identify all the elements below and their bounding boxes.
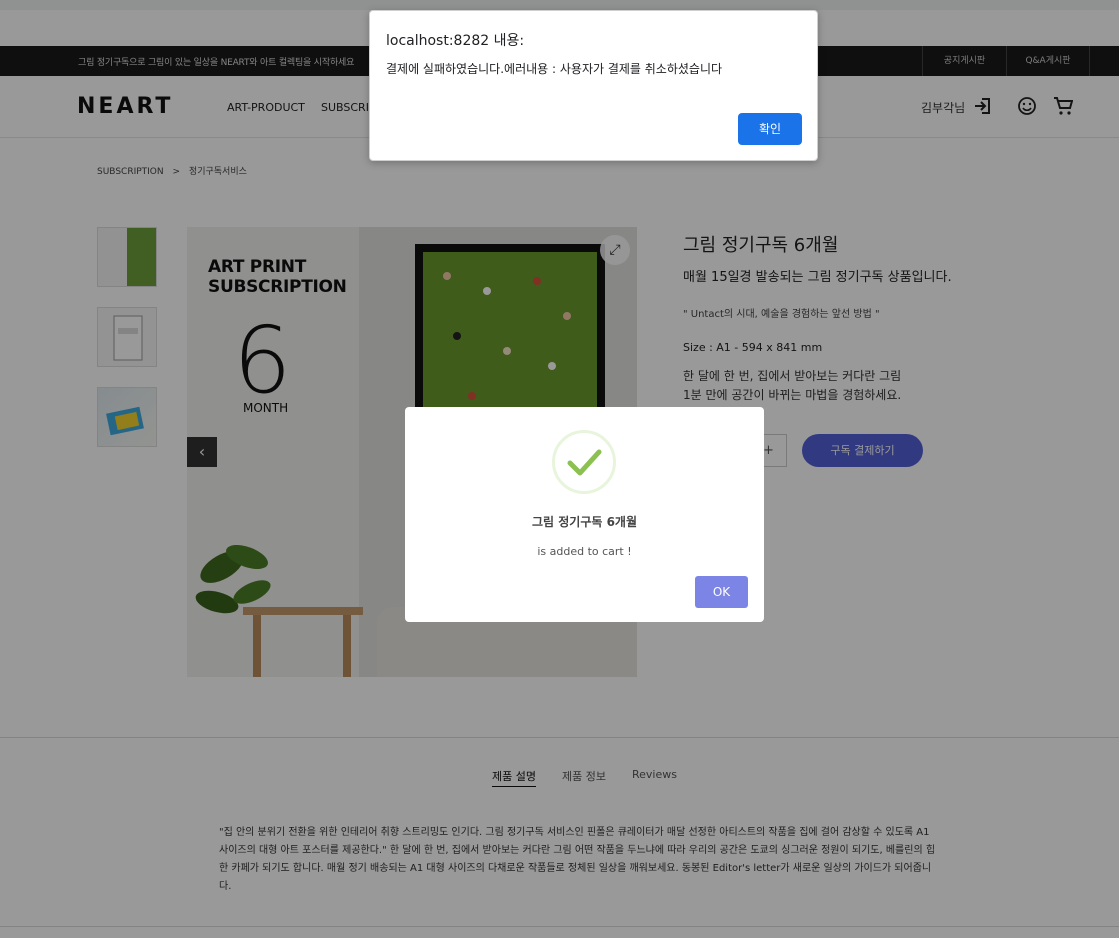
cart-added-modal: 그림 정기구독 6개월 is added to cart ! OK <box>405 407 764 622</box>
cart-modal-ok-button[interactable]: OK <box>695 576 748 608</box>
alert-confirm-button[interactable]: 확인 <box>738 113 802 145</box>
browser-alert-dialog: localhost:8282 내용: 결제에 실패하였습니다.에러내용 : 사용… <box>369 10 818 161</box>
cart-modal-title: 그림 정기구독 6개월 <box>531 515 638 529</box>
alert-title: localhost:8282 내용: <box>386 33 525 49</box>
alert-message: 결제에 실패하였습니다.에러내용 : 사용자가 결제를 취소하셨습니다 <box>386 62 723 76</box>
success-check-icon <box>552 430 616 494</box>
cart-modal-text: is added to cart ! <box>537 545 632 558</box>
